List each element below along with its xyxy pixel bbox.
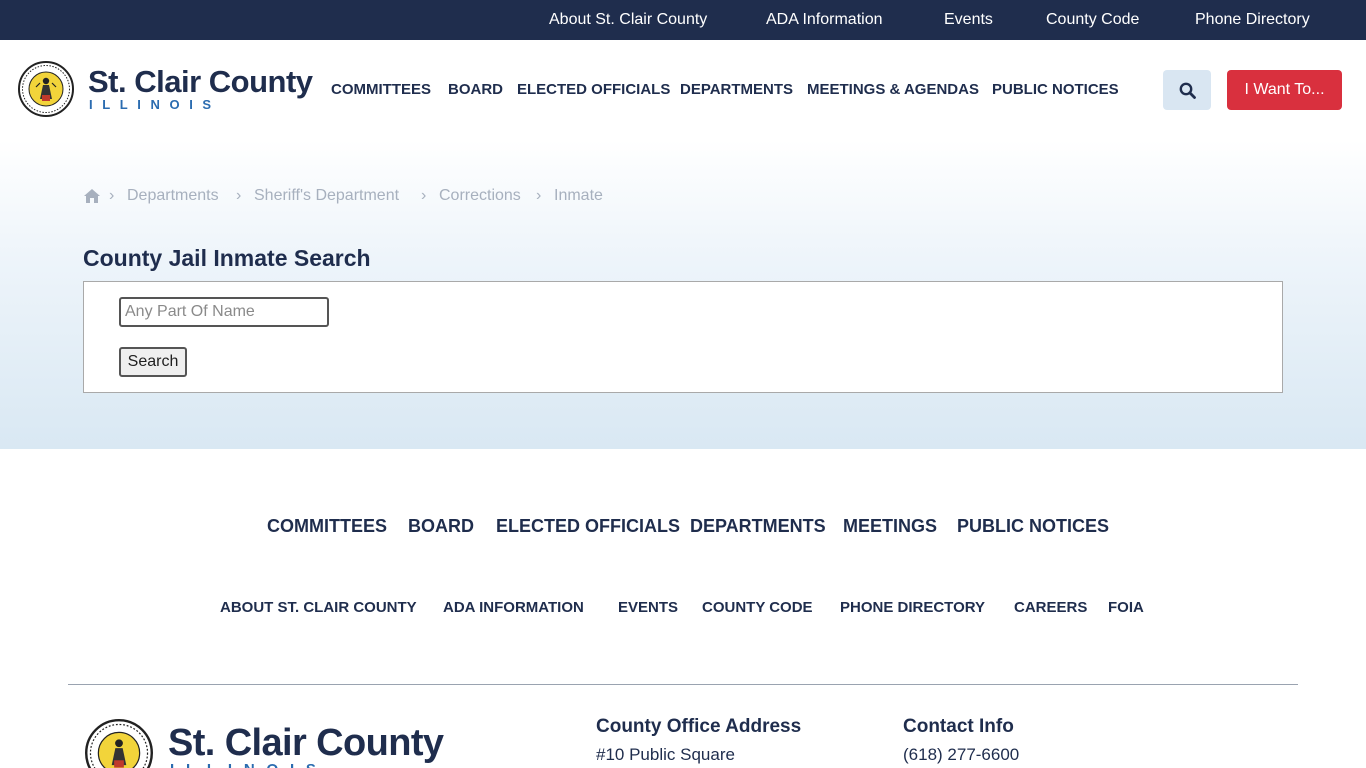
footer-divider — [68, 684, 1298, 685]
chevron-right-icon: › — [236, 187, 242, 204]
footer-brand-state: ILLINOIS — [170, 762, 328, 768]
inmate-search-panel: Search — [83, 281, 1283, 393]
breadcrumb-inmate[interactable]: Inmate — [554, 184, 603, 208]
footer-brand-name: St. Clair County — [168, 722, 444, 764]
footer-phone[interactable]: (618) 277-6600 — [903, 744, 1019, 766]
utility-bar: About St. Clair County ADA Information E… — [0, 0, 1366, 40]
footer-nav-meetings[interactable]: MEETINGS — [843, 514, 937, 538]
nav-meetings-agendas[interactable]: MEETINGS & AGENDAS — [807, 78, 979, 102]
breadcrumb-departments[interactable]: Departments — [127, 184, 219, 208]
breadcrumb-home[interactable] — [83, 184, 101, 212]
footer-link-ada[interactable]: ADA INFORMATION — [443, 598, 584, 618]
content-area: › Departments › Sheriff's Department › C… — [0, 140, 1366, 449]
footer-link-events[interactable]: EVENTS — [618, 598, 678, 618]
footer-nav-public-notices[interactable]: PUBLIC NOTICES — [957, 514, 1109, 538]
chevron-right-icon: › — [536, 187, 542, 204]
brand-name[interactable]: St. Clair County — [88, 64, 313, 100]
footer-link-foia[interactable]: FOIA — [1108, 598, 1144, 618]
footer-nav-elected-officials[interactable]: ELECTED OFFICIALS — [496, 514, 680, 538]
chevron-right-icon: › — [421, 187, 427, 204]
nav-public-notices[interactable]: PUBLIC NOTICES — [992, 78, 1119, 102]
utility-link-events[interactable]: Events — [944, 0, 993, 40]
footer-link-phone-directory[interactable]: PHONE DIRECTORY — [840, 598, 985, 618]
utility-link-ada[interactable]: ADA Information — [766, 0, 883, 40]
nav-committees[interactable]: COMMITTEES — [331, 78, 431, 102]
site-header: St. Clair County ILLINOIS COMMITTEES BOA… — [0, 40, 1366, 140]
home-icon — [84, 189, 100, 203]
footer-address-heading: County Office Address — [596, 716, 802, 737]
footer-contact-heading: Contact Info — [903, 716, 1014, 737]
nav-board[interactable]: BOARD — [448, 78, 503, 102]
county-seal-logo[interactable] — [18, 61, 74, 117]
footer-seal-logo[interactable] — [85, 719, 153, 768]
footer-nav-departments[interactable]: DEPARTMENTS — [690, 514, 826, 538]
footer-nav-board[interactable]: BOARD — [408, 514, 474, 538]
inmate-name-input[interactable] — [119, 297, 329, 327]
breadcrumb-sheriffs-department[interactable]: Sheriff's Department — [254, 184, 399, 208]
footer-link-county-code[interactable]: COUNTY CODE — [702, 598, 813, 618]
page-title: County Jail Inmate Search — [83, 245, 371, 271]
footer-address-line: #10 Public Square — [596, 745, 735, 764]
breadcrumb-corrections[interactable]: Corrections — [439, 184, 521, 208]
site-search-button[interactable] — [1163, 70, 1211, 110]
utility-link-about[interactable]: About St. Clair County — [549, 0, 707, 40]
inmate-search-button[interactable]: Search — [119, 347, 187, 377]
utility-link-phone-directory[interactable]: Phone Directory — [1195, 0, 1310, 40]
brand-state: ILLINOIS — [89, 97, 221, 112]
utility-link-county-code[interactable]: County Code — [1046, 0, 1139, 40]
nav-departments[interactable]: DEPARTMENTS — [680, 78, 793, 102]
footer-link-careers[interactable]: CAREERS — [1014, 598, 1087, 618]
footer-nav-committees[interactable]: COMMITTEES — [267, 514, 387, 538]
footer-link-about[interactable]: ABOUT ST. CLAIR COUNTY — [220, 598, 417, 618]
nav-elected-officials[interactable]: ELECTED OFFICIALS — [517, 78, 670, 102]
search-icon — [1179, 82, 1196, 99]
i-want-to-button[interactable]: I Want To... — [1227, 70, 1342, 110]
chevron-right-icon: › — [109, 187, 115, 204]
